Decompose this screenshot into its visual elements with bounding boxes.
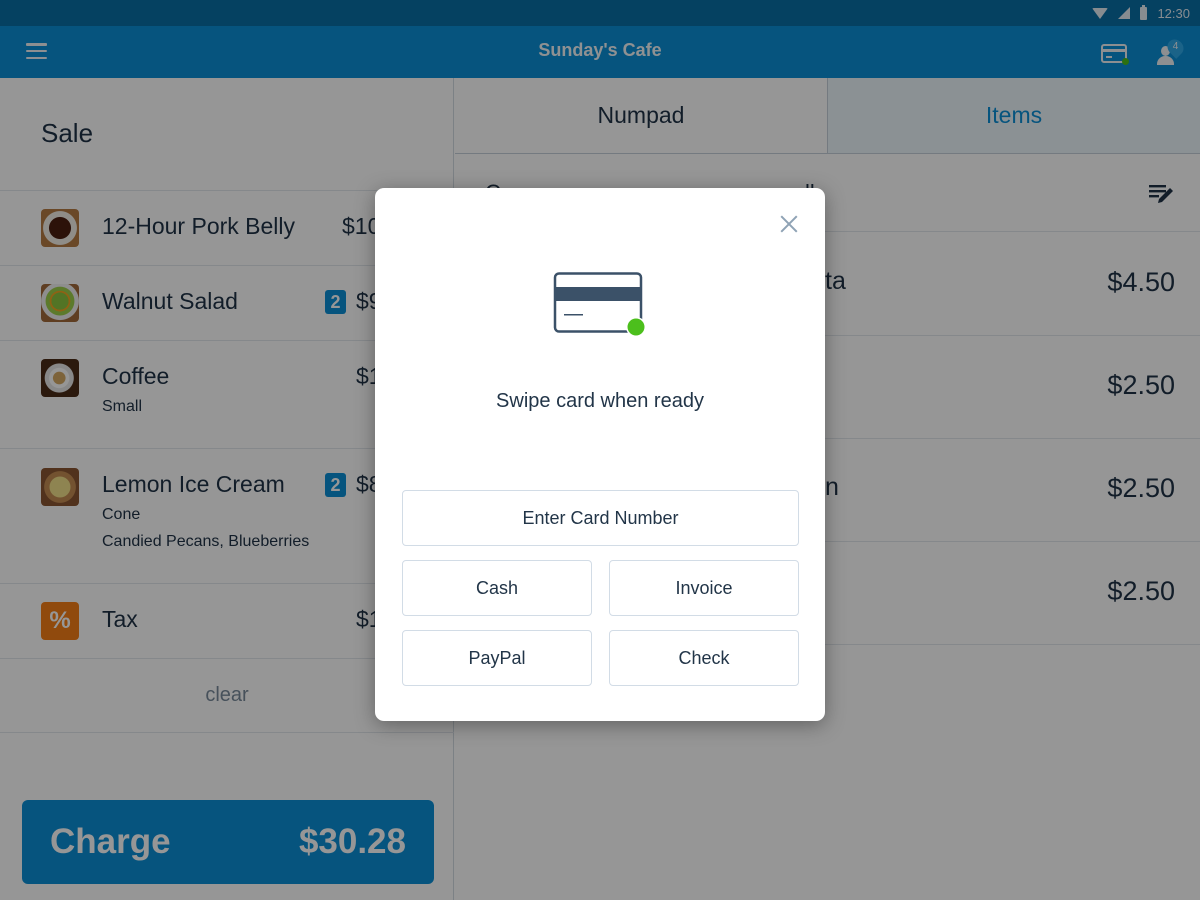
payment-dialog: Swipe card when ready Enter Card Number … <box>375 188 825 721</box>
enter-card-number-button[interactable]: Enter Card Number <box>402 490 799 546</box>
pos-app: 12:30 Sunday's Cafe 4 Sale 12-Hour Pork … <box>0 0 1200 900</box>
credit-card-icon <box>553 272 646 337</box>
check-button[interactable]: Check <box>609 630 799 686</box>
paypal-button[interactable]: PayPal <box>402 630 592 686</box>
invoice-button[interactable]: Invoice <box>609 560 799 616</box>
close-icon[interactable] <box>779 214 799 234</box>
swipe-prompt: Swipe card when ready <box>496 390 704 412</box>
ready-status-dot <box>627 318 645 336</box>
cash-button[interactable]: Cash <box>402 560 592 616</box>
